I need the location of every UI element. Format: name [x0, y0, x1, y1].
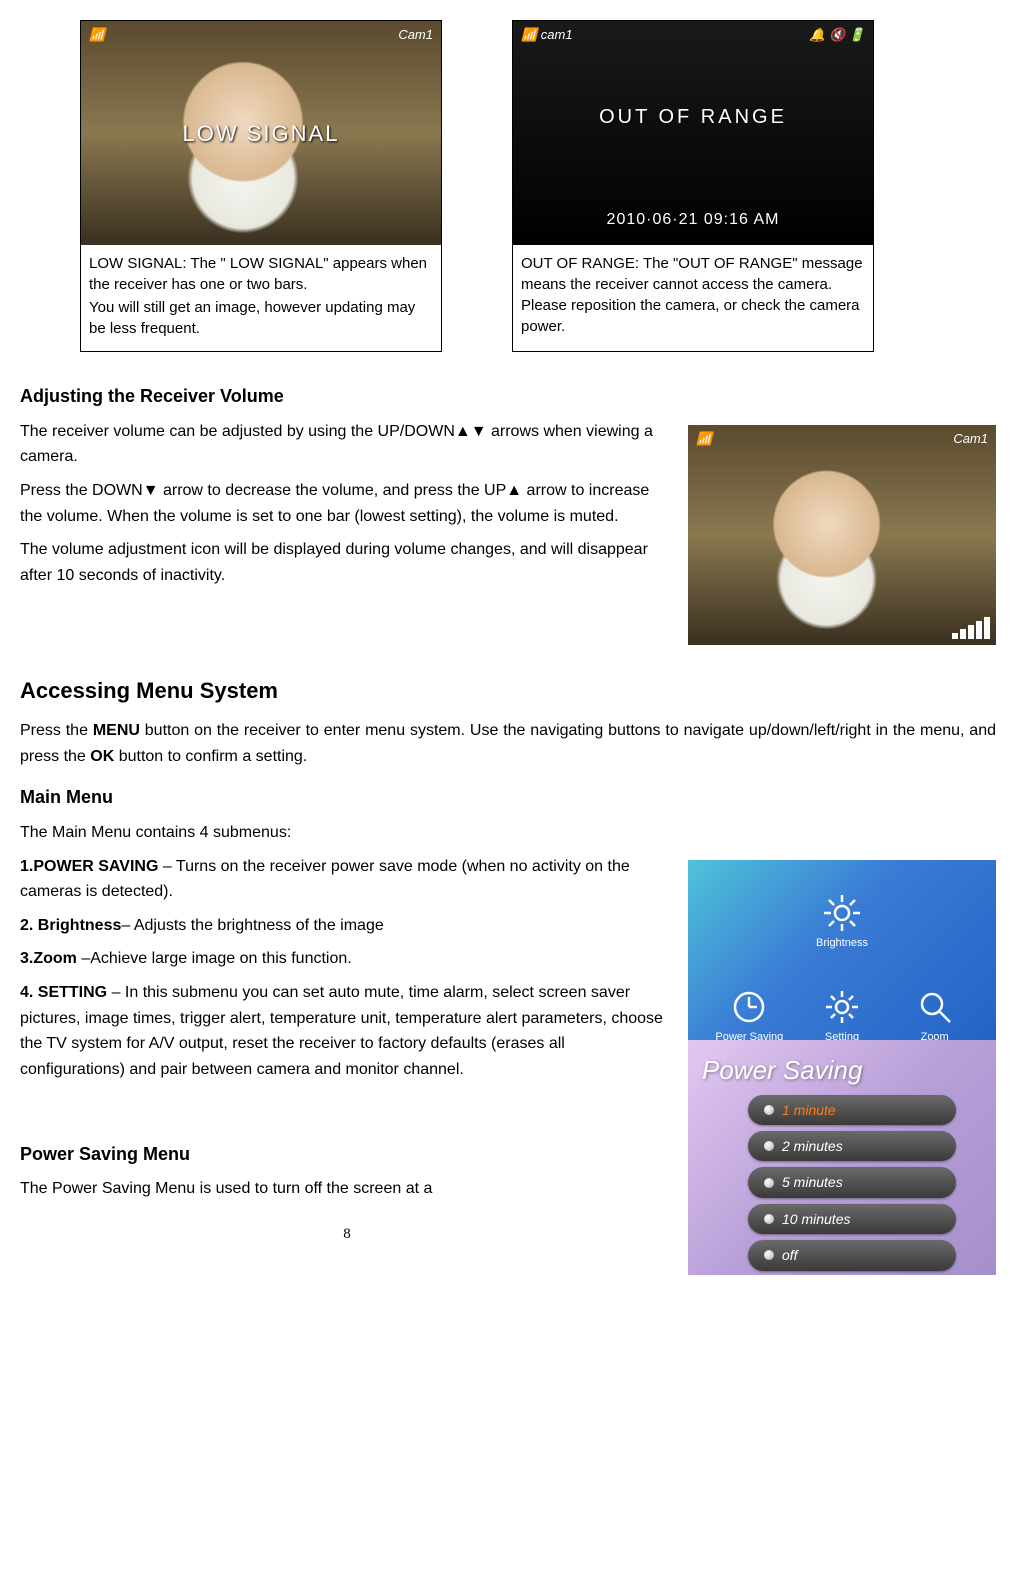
signal-panels-row: 📶 Cam1 LOW SIGNAL LOW SIGNAL: The " LOW … — [80, 20, 936, 352]
menu-button-label: MENU — [93, 722, 140, 739]
ps-option-2-label: 2 minutes — [782, 1135, 843, 1157]
ps-option-1-label: 1 minute — [782, 1099, 836, 1121]
menu-item-setting: Setting — [820, 985, 864, 1047]
low-signal-caption-2: You will still get an image, however upd… — [89, 297, 433, 339]
low-signal-caption-1: LOW SIGNAL: The " LOW SIGNAL" appears wh… — [89, 253, 433, 295]
volume-heading: Adjusting the Receiver Volume — [20, 382, 996, 411]
ps-option-2: 2 minutes — [748, 1131, 956, 1161]
power-saving-options: 1 minute 2 minutes 5 minutes 10 minutes … — [748, 1095, 956, 1271]
out-of-range-caption: OUT OF RANGE: The "OUT OF RANGE" message… — [513, 245, 873, 349]
volume-screenshot: 📶 Cam1 — [688, 425, 996, 645]
out-of-range-caption-1: OUT OF RANGE: The "OUT OF RANGE" message… — [521, 253, 865, 337]
camera-label: Cam1 — [398, 25, 433, 46]
menu-label-brightness: Brightness — [816, 935, 868, 953]
out-of-range-screenshot: 📶 cam1 🔔 🔇 🔋 OUT OF RANGE 2010·06·21 09:… — [513, 21, 873, 245]
radio-icon — [764, 1141, 774, 1151]
menu-system-heading: Accessing Menu System — [20, 673, 996, 708]
out-of-range-panel: 📶 cam1 🔔 🔇 🔋 OUT OF RANGE 2010·06·21 09:… — [512, 20, 874, 352]
menu-item-power-saving: Power Saving — [715, 985, 783, 1047]
signal-icon: 📶 — [696, 429, 712, 450]
radio-icon — [764, 1178, 774, 1188]
power-saving-title: Power Saving — [702, 1050, 862, 1092]
camera-label: Cam1 — [953, 429, 988, 450]
item1-bold: 1.POWER SAVING — [20, 858, 158, 875]
status-right: 🔔 🔇 🔋 — [809, 25, 865, 46]
magnifier-icon — [913, 985, 957, 1029]
ps-option-5: off — [748, 1240, 956, 1270]
menu-system-paragraph: Press the MENU button on the receiver to… — [20, 718, 996, 769]
low-signal-caption: LOW SIGNAL: The " LOW SIGNAL" appears wh… — [81, 245, 441, 351]
low-signal-overlay: LOW SIGNAL — [81, 116, 441, 151]
low-signal-panel: 📶 Cam1 LOW SIGNAL LOW SIGNAL: The " LOW … — [80, 20, 442, 352]
ps-option-3-label: 5 minutes — [782, 1171, 843, 1193]
ps-option-5-label: off — [782, 1244, 798, 1266]
ok-button-label: OK — [90, 748, 114, 765]
menu-item-zoom: Zoom — [913, 985, 957, 1047]
ps-option-4-label: 10 minutes — [782, 1208, 850, 1230]
gear-icon — [820, 985, 864, 1029]
radio-icon — [764, 1214, 774, 1224]
out-of-range-timestamp: 2010·06·21 09:16 AM — [513, 207, 873, 233]
sun-icon — [820, 891, 864, 935]
status-left: 📶 cam1 — [521, 25, 573, 46]
ps-option-4: 10 minutes — [748, 1204, 956, 1234]
ps-option-1: 1 minute — [748, 1095, 956, 1125]
main-menu-heading: Main Menu — [20, 783, 996, 812]
ps-option-3: 5 minutes — [748, 1167, 956, 1197]
menu-p-pre: Press the — [20, 722, 93, 739]
main-menu-intro: The Main Menu contains 4 submenus: — [20, 820, 996, 846]
menu-item-brightness: Brightness — [816, 891, 868, 953]
item2-text: – Adjusts the brightness of the image — [121, 917, 383, 934]
power-saving-screenshot: Power Saving 1 minute 2 minutes 5 minute… — [688, 1040, 996, 1275]
signal-icon: 📶 — [89, 25, 105, 46]
item4-text: – In this submenu you can set auto mute,… — [20, 984, 663, 1078]
item2-bold: 2. Brightness — [20, 917, 121, 934]
low-signal-screenshot: 📶 Cam1 LOW SIGNAL — [81, 21, 441, 245]
clock-icon — [727, 985, 771, 1029]
item3-text: –Achieve large image on this function. — [77, 950, 352, 967]
menu-p-post: button to confirm a setting. — [114, 748, 307, 765]
item3-bold: 3.Zoom — [20, 950, 77, 967]
out-of-range-overlay: OUT OF RANGE — [513, 101, 873, 133]
item4-bold: 4. SETTING — [20, 984, 107, 1001]
radio-icon — [764, 1105, 774, 1115]
volume-bars-icon — [952, 617, 990, 639]
radio-icon — [764, 1250, 774, 1260]
